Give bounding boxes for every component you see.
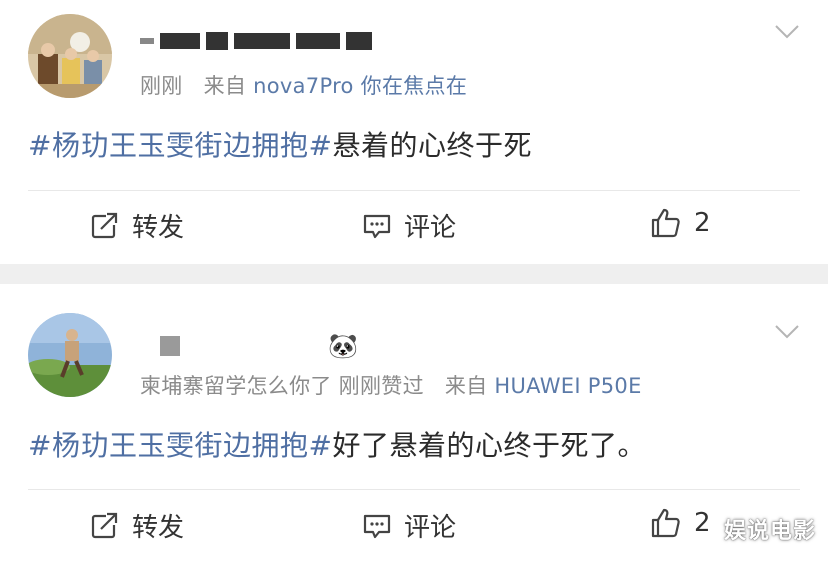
divider <box>28 190 800 191</box>
chevron-down-icon[interactable] <box>774 24 800 40</box>
like-count: 2 <box>694 508 711 538</box>
thumbs-up-icon <box>651 508 680 538</box>
comment-button[interactable]: 评论 <box>362 507 456 544</box>
comment-label: 评论 <box>404 513 457 543</box>
post-meta: 刚刚 来自 nova7Pro 你在焦点在 <box>140 70 467 100</box>
comment-button[interactable]: 评论 <box>362 207 456 244</box>
chevron-down-icon[interactable] <box>774 324 800 340</box>
weibo-post: 刚刚 来自 nova7Pro 你在焦点在 #杨玏王玉雯街边拥抱#悬着的心终于死 … <box>0 0 828 264</box>
username-redacted[interactable] <box>140 32 372 50</box>
username-redacted[interactable]: 🐼 <box>160 332 358 360</box>
like-count: 2 <box>694 208 711 238</box>
comment-icon <box>363 214 391 238</box>
weibo-post: 🐼 柬埔寨留学怎么你了 刚刚赞过 来自 HUAWEI P50E #杨玏王玉雯街边… <box>0 284 828 565</box>
repost-button[interactable]: 转发 <box>90 207 184 244</box>
like-button[interactable]: 2 <box>650 507 711 539</box>
post-from-label: 来自 <box>203 74 247 98</box>
post-text: 好了悬着的心终于死了。 <box>332 429 646 462</box>
share-icon <box>91 511 119 538</box>
repost-label: 转发 <box>132 213 185 243</box>
watermark: 娱说电影 <box>723 519 816 544</box>
post-separator <box>0 264 828 284</box>
like-button[interactable]: 2 <box>650 207 711 239</box>
hashtag-link[interactable]: #杨玏王玉雯街边拥抱# <box>28 129 332 162</box>
post-from-label: 来自 <box>444 374 488 398</box>
post-meta: 柬埔寨留学怎么你了 刚刚赞过 来自 HUAWEI P50E <box>140 370 642 400</box>
post-content: #杨玏王玉雯街边拥抱#悬着的心终于死 <box>28 124 532 164</box>
avatar[interactable] <box>28 14 112 98</box>
name-emoji: 🐼 <box>328 332 358 360</box>
comment-icon <box>363 514 391 538</box>
post-time: 刚刚 <box>140 74 183 98</box>
share-icon <box>91 211 119 238</box>
post-liked-by: 柬埔寨留学怎么你了 刚刚赞过 <box>140 374 424 398</box>
comment-label: 评论 <box>404 213 457 243</box>
divider <box>28 489 800 490</box>
thumbs-up-icon <box>651 208 680 238</box>
avatar[interactable] <box>28 313 112 397</box>
post-source[interactable]: nova7Pro 你在焦点在 <box>253 74 467 98</box>
post-source[interactable]: HUAWEI P50E <box>494 374 641 398</box>
hashtag-link[interactable]: #杨玏王玉雯街边拥抱# <box>28 429 332 462</box>
repost-button[interactable]: 转发 <box>90 507 184 544</box>
repost-label: 转发 <box>132 513 185 543</box>
post-content: #杨玏王玉雯街边拥抱#好了悬着的心终于死了。 <box>28 424 646 464</box>
post-text: 悬着的心终于死 <box>332 129 532 162</box>
